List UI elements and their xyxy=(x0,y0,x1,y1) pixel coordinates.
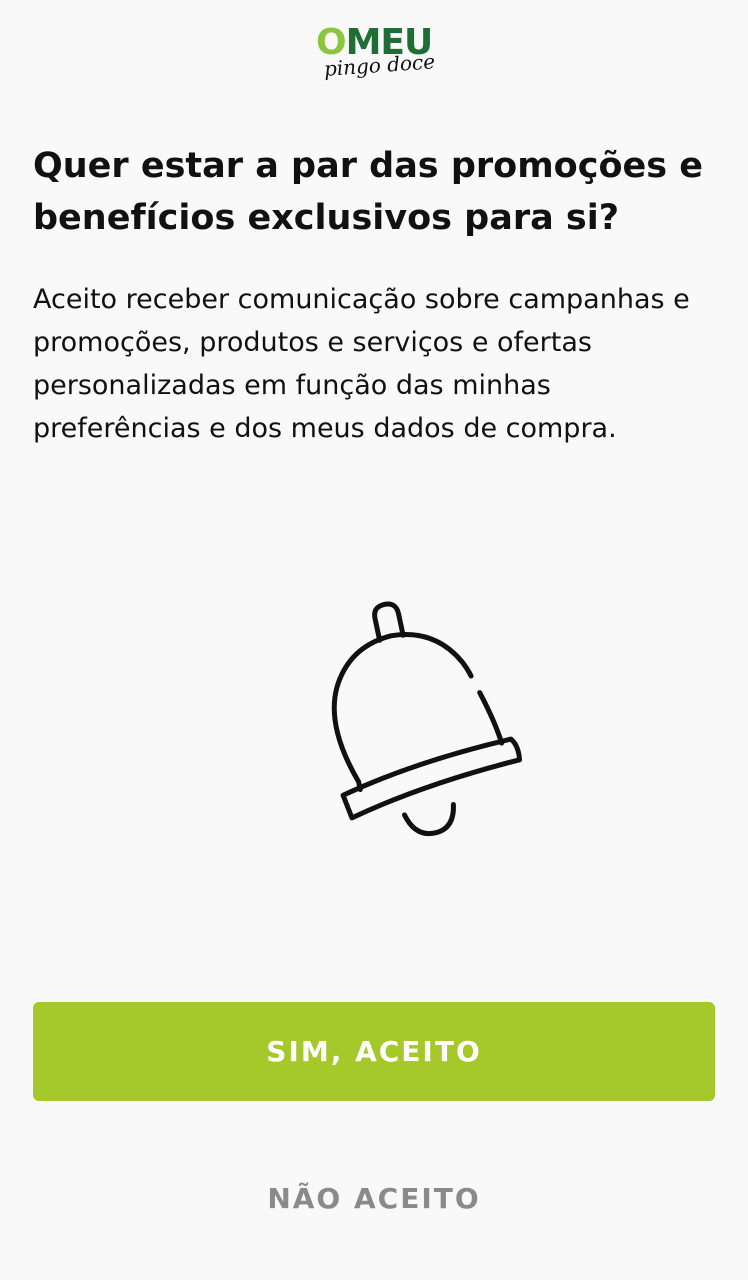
decline-button[interactable]: NÃO ACEITO xyxy=(33,1160,715,1236)
bell-icon xyxy=(331,601,523,837)
consent-description: Aceito receber comunicação sobre campanh… xyxy=(33,284,690,444)
page-title: Quer estar a par das promoções e benefíc… xyxy=(33,146,703,238)
app-logo: OMEU pingo doce xyxy=(310,22,440,92)
accept-button[interactable]: SIM, ACEITO xyxy=(33,1002,715,1101)
